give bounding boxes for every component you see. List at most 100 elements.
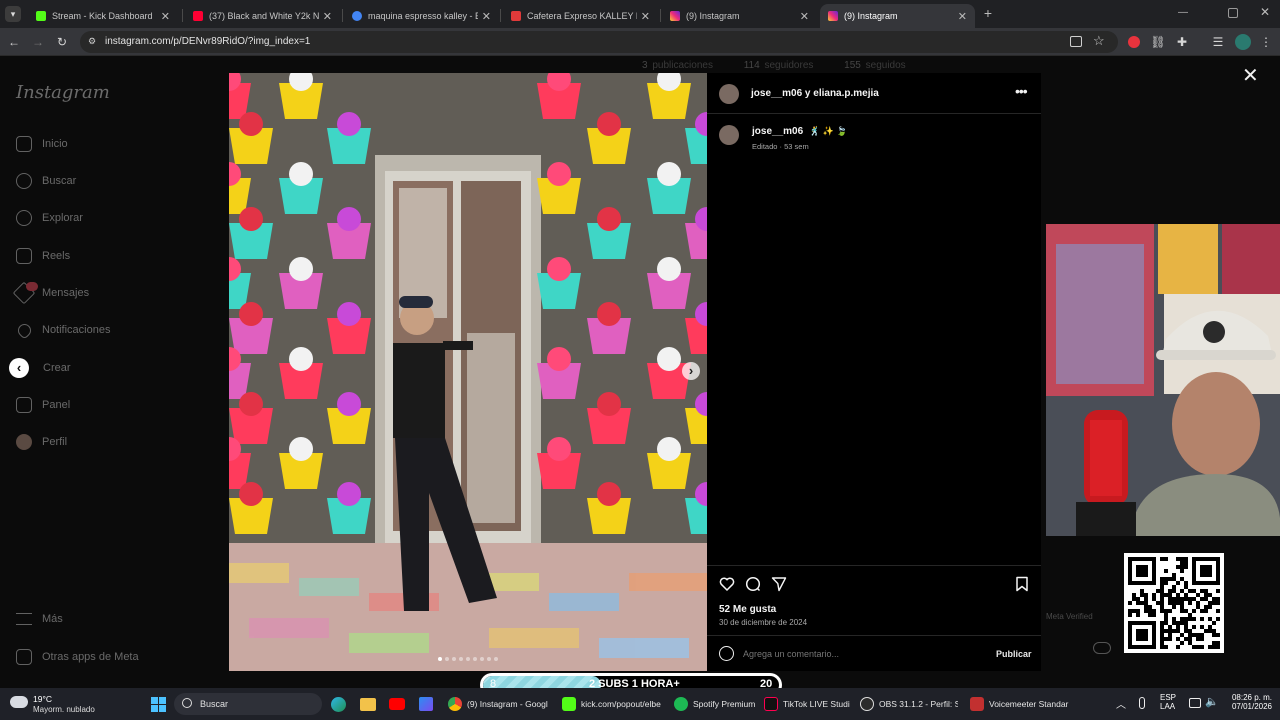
qr-module bbox=[1136, 621, 1140, 625]
carousel-prev-button[interactable]: ‹ bbox=[9, 358, 29, 378]
nav-item-buscar[interactable]: Buscar bbox=[16, 169, 76, 193]
back-arrow-icon[interactable]: ← bbox=[6, 34, 22, 50]
qr-module bbox=[1200, 597, 1204, 601]
close-icon[interactable]: ✕ bbox=[1242, 66, 1259, 86]
bookmark-star-icon[interactable]: ☆ bbox=[1093, 33, 1105, 49]
taskbar-search[interactable]: Buscar bbox=[174, 693, 322, 715]
close-tab-icon[interactable]: ✕ bbox=[958, 10, 967, 23]
caption-username[interactable]: jose__m06 bbox=[752, 126, 803, 137]
qr-module bbox=[1216, 641, 1220, 645]
nav-item-crear[interactable]: ‹ Crear bbox=[9, 356, 71, 380]
likes-count[interactable]: 52 Me gusta bbox=[719, 604, 776, 615]
qr-module bbox=[1184, 597, 1188, 601]
qr-module bbox=[1128, 573, 1132, 577]
forward-arrow-icon[interactable]: → bbox=[30, 34, 46, 50]
qr-module bbox=[1180, 597, 1184, 601]
browser-tab[interactable]: Stream - Kick Dashboard ✕ bbox=[28, 4, 178, 28]
qr-module bbox=[1180, 641, 1184, 645]
close-tab-icon[interactable]: ✕ bbox=[323, 10, 332, 23]
taskbar-app-obs[interactable]: OBS 31.1.2 - Perfil: Sin bbox=[860, 695, 958, 713]
emoji-icon[interactable] bbox=[719, 646, 734, 661]
browser-tab-active[interactable]: (9) Instagram ✕ bbox=[820, 4, 975, 28]
save-bookmark-icon[interactable] bbox=[1015, 576, 1029, 592]
profile-avatar[interactable] bbox=[1235, 34, 1251, 50]
like-heart-icon[interactable] bbox=[719, 576, 735, 592]
address-bar[interactable]: ⚙ instagram.com/p/DENvr89RidO/?img_index… bbox=[80, 31, 1118, 53]
close-tab-icon[interactable]: ✕ bbox=[641, 10, 650, 23]
link-extension-icon[interactable]: ⛓ bbox=[1150, 34, 1166, 50]
close-tab-icon[interactable]: ✕ bbox=[800, 10, 809, 23]
file-explorer-icon[interactable] bbox=[360, 698, 376, 711]
language-indicator[interactable]: ESP LAA bbox=[1160, 693, 1182, 711]
edge-icon[interactable] bbox=[331, 697, 346, 712]
qr-module bbox=[1144, 581, 1148, 585]
volume-icon[interactable]: 🔈 bbox=[1205, 695, 1219, 708]
browser-tab[interactable]: (9) Instagram ✕ bbox=[662, 4, 817, 28]
reading-list-icon[interactable]: ☰ bbox=[1210, 34, 1226, 50]
taskbar-app-voicemeeter[interactable]: Voicemeeter Standar bbox=[970, 695, 1070, 713]
qr-module bbox=[1128, 633, 1132, 637]
qr-module bbox=[1144, 621, 1148, 625]
install-app-icon[interactable] bbox=[1070, 36, 1082, 47]
nav-item-reels[interactable]: Reels bbox=[16, 244, 70, 268]
publish-button[interactable]: Publicar bbox=[996, 649, 1032, 659]
browser-tab[interactable]: maquina espresso kalley - Busca ✕ bbox=[344, 4, 499, 28]
url-text[interactable]: instagram.com/p/DENvr89RidO/?img_index=1 bbox=[105, 36, 310, 47]
nav-item-mas[interactable]: Más bbox=[16, 607, 63, 631]
nav-item-explorar[interactable]: Explorar bbox=[16, 206, 83, 230]
minimize-window-button[interactable]: — bbox=[1176, 7, 1190, 21]
browser-menu-icon[interactable]: ⋮ bbox=[1258, 34, 1274, 50]
network-icon[interactable] bbox=[1189, 698, 1201, 708]
extension-red-icon[interactable] bbox=[1128, 36, 1140, 48]
more-options-icon[interactable]: ••• bbox=[1015, 83, 1028, 99]
qr-module bbox=[1140, 557, 1144, 561]
messages-float-icon[interactable] bbox=[1093, 642, 1111, 654]
qr-module bbox=[1164, 629, 1168, 633]
qr-module bbox=[1152, 581, 1156, 585]
browser-tab[interactable]: (37) Black and White Y2k Neon ✕ bbox=[185, 4, 340, 28]
restore-window-button[interactable] bbox=[1228, 8, 1238, 18]
reload-icon[interactable]: ↻ bbox=[54, 34, 70, 50]
nav-item-panel[interactable]: Panel bbox=[16, 393, 70, 417]
instagram-logo[interactable]: Instagram bbox=[16, 82, 110, 103]
carousel-next-button[interactable]: › bbox=[682, 362, 700, 380]
microphone-icon[interactable] bbox=[1139, 697, 1145, 709]
tab-search-dropdown-button[interactable]: ▾ bbox=[5, 6, 21, 22]
flower bbox=[337, 207, 361, 231]
qr-module bbox=[1208, 605, 1212, 609]
close-tab-icon[interactable]: ✕ bbox=[482, 10, 491, 23]
close-window-button[interactable]: ✕ bbox=[1258, 5, 1272, 19]
comment-input[interactable] bbox=[743, 645, 983, 663]
author-avatar[interactable] bbox=[719, 84, 739, 104]
qr-module bbox=[1176, 621, 1180, 625]
caption-avatar[interactable] bbox=[719, 125, 739, 145]
close-tab-icon[interactable]: ✕ bbox=[161, 10, 170, 23]
youtube-icon[interactable] bbox=[389, 698, 405, 710]
nav-item-notificaciones[interactable]: Notificaciones bbox=[15, 318, 110, 342]
qr-module bbox=[1160, 589, 1164, 593]
taskbar-app-kick-popout[interactable]: kick.com/popout/elbe bbox=[562, 695, 664, 713]
taskbar-app-spotify[interactable]: Spotify Premium bbox=[674, 695, 756, 713]
nav-item-meta-apps[interactable]: Otras apps de Meta bbox=[16, 645, 139, 669]
qr-module bbox=[1164, 581, 1168, 585]
qr-module bbox=[1176, 625, 1180, 629]
browser-tab[interactable]: Cafetera Expreso KALLEY K-EXP ✕ bbox=[503, 4, 658, 28]
post-header-users[interactable]: jose__m06 y eliana.p.mejia bbox=[751, 88, 879, 99]
new-tab-button[interactable]: + bbox=[980, 5, 996, 21]
taskbar-app-tiktok-live[interactable]: TikTok LIVE Studi bbox=[764, 695, 850, 713]
windows-start-icon[interactable] bbox=[151, 697, 166, 712]
share-icon[interactable] bbox=[771, 576, 787, 592]
nav-item-inicio[interactable]: Inicio bbox=[16, 132, 68, 156]
site-info-icon[interactable]: ⚙ bbox=[88, 36, 99, 47]
show-hidden-icons-chevron[interactable]: ︿ bbox=[1116, 696, 1126, 711]
comment-icon[interactable] bbox=[745, 576, 761, 592]
extensions-puzzle-icon[interactable]: ✚ bbox=[1174, 34, 1190, 50]
store-icon[interactable] bbox=[419, 697, 433, 711]
following-label[interactable]: seguidos bbox=[866, 60, 906, 71]
followers-label[interactable]: seguidores bbox=[764, 60, 813, 71]
system-clock[interactable]: 08:26 p. m. 07/01/2026 bbox=[1224, 693, 1272, 711]
qr-module bbox=[1204, 597, 1208, 601]
nav-item-perfil[interactable]: Perfil bbox=[16, 430, 67, 454]
taskbar-app-chrome-instagram[interactable]: (9) Instagram - Googl bbox=[448, 695, 552, 713]
flower bbox=[239, 302, 263, 326]
